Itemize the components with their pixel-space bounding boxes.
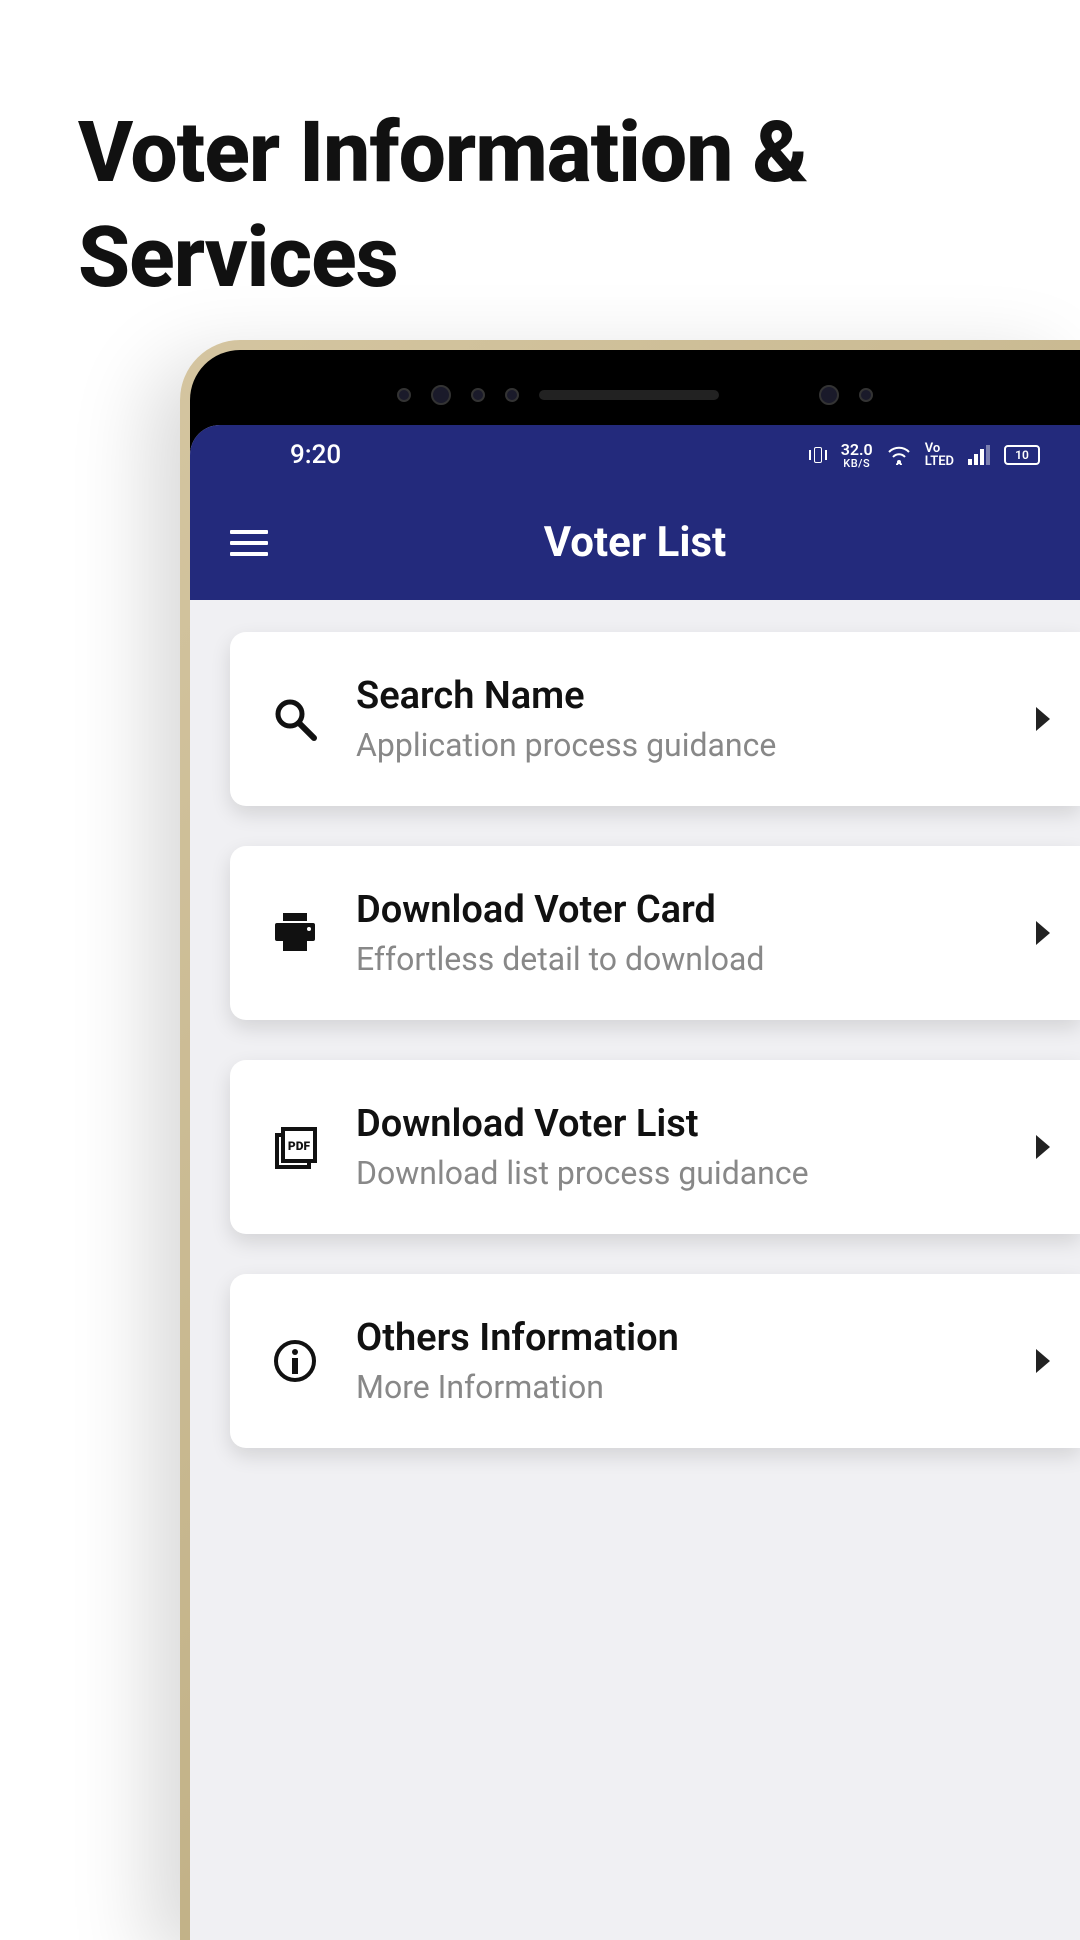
menu-icon[interactable] — [230, 530, 268, 556]
card-title: Download Voter List — [356, 1102, 1000, 1146]
phone-bezel: 9:20 32.0 KB/S Vo LTED — [190, 350, 1080, 1940]
search-icon — [270, 694, 320, 744]
svg-text:PDF: PDF — [288, 1139, 311, 1153]
wifi-icon — [887, 445, 911, 465]
status-bar: 9:20 32.0 KB/S Vo LTED — [190, 425, 1080, 485]
sensor-icon — [471, 388, 485, 402]
battery-icon: 10 — [1004, 445, 1040, 465]
card-subtitle: Effortless detail to download — [356, 940, 1000, 978]
phone-screen: 9:20 32.0 KB/S Vo LTED — [190, 425, 1080, 1940]
content-area: Search Name Application process guidance… — [190, 592, 1080, 1528]
sensor-icon — [431, 385, 451, 405]
speaker-icon — [539, 390, 719, 400]
phone-frame: 9:20 32.0 KB/S Vo LTED — [180, 340, 1080, 1940]
pdf-icon: PDF — [270, 1122, 320, 1172]
data-speed-icon: 32.0 KB/S — [841, 442, 873, 469]
page-title: Voter Information & Services — [78, 100, 1080, 310]
sensor-icon — [397, 388, 411, 402]
status-time: 9:20 — [290, 440, 341, 470]
print-icon — [270, 908, 320, 958]
card-subtitle: Application process guidance — [356, 726, 1000, 764]
sensor-icon — [505, 388, 519, 402]
chevron-right-icon — [1036, 707, 1050, 731]
card-download-voter-card[interactable]: Download Voter Card Effortless detail to… — [230, 846, 1080, 1020]
app-header: Voter List — [190, 485, 1080, 600]
signal-icon — [968, 445, 990, 465]
card-title: Download Voter Card — [356, 888, 1000, 932]
chevron-right-icon — [1036, 921, 1050, 945]
volte-icon: Vo LTED — [925, 442, 954, 468]
status-right: 32.0 KB/S Vo LTED 10 — [809, 442, 1040, 469]
info-icon — [270, 1336, 320, 1386]
phone-notch — [190, 370, 1080, 420]
card-download-voter-list[interactable]: PDF Download Voter List Download list pr… — [230, 1060, 1080, 1234]
chevron-right-icon — [1036, 1349, 1050, 1373]
card-subtitle: More Information — [356, 1368, 1000, 1406]
card-others-information[interactable]: Others Information More Information — [230, 1274, 1080, 1448]
card-title: Search Name — [356, 674, 1000, 718]
card-subtitle: Download list process guidance — [356, 1154, 1000, 1192]
vibrate-icon — [809, 447, 827, 463]
sensor-icon — [859, 388, 873, 402]
card-title: Others Information — [356, 1316, 1000, 1360]
chevron-right-icon — [1036, 1135, 1050, 1159]
card-search-name[interactable]: Search Name Application process guidance — [230, 632, 1080, 806]
header-title: Voter List — [544, 518, 727, 567]
camera-icon — [819, 385, 839, 405]
